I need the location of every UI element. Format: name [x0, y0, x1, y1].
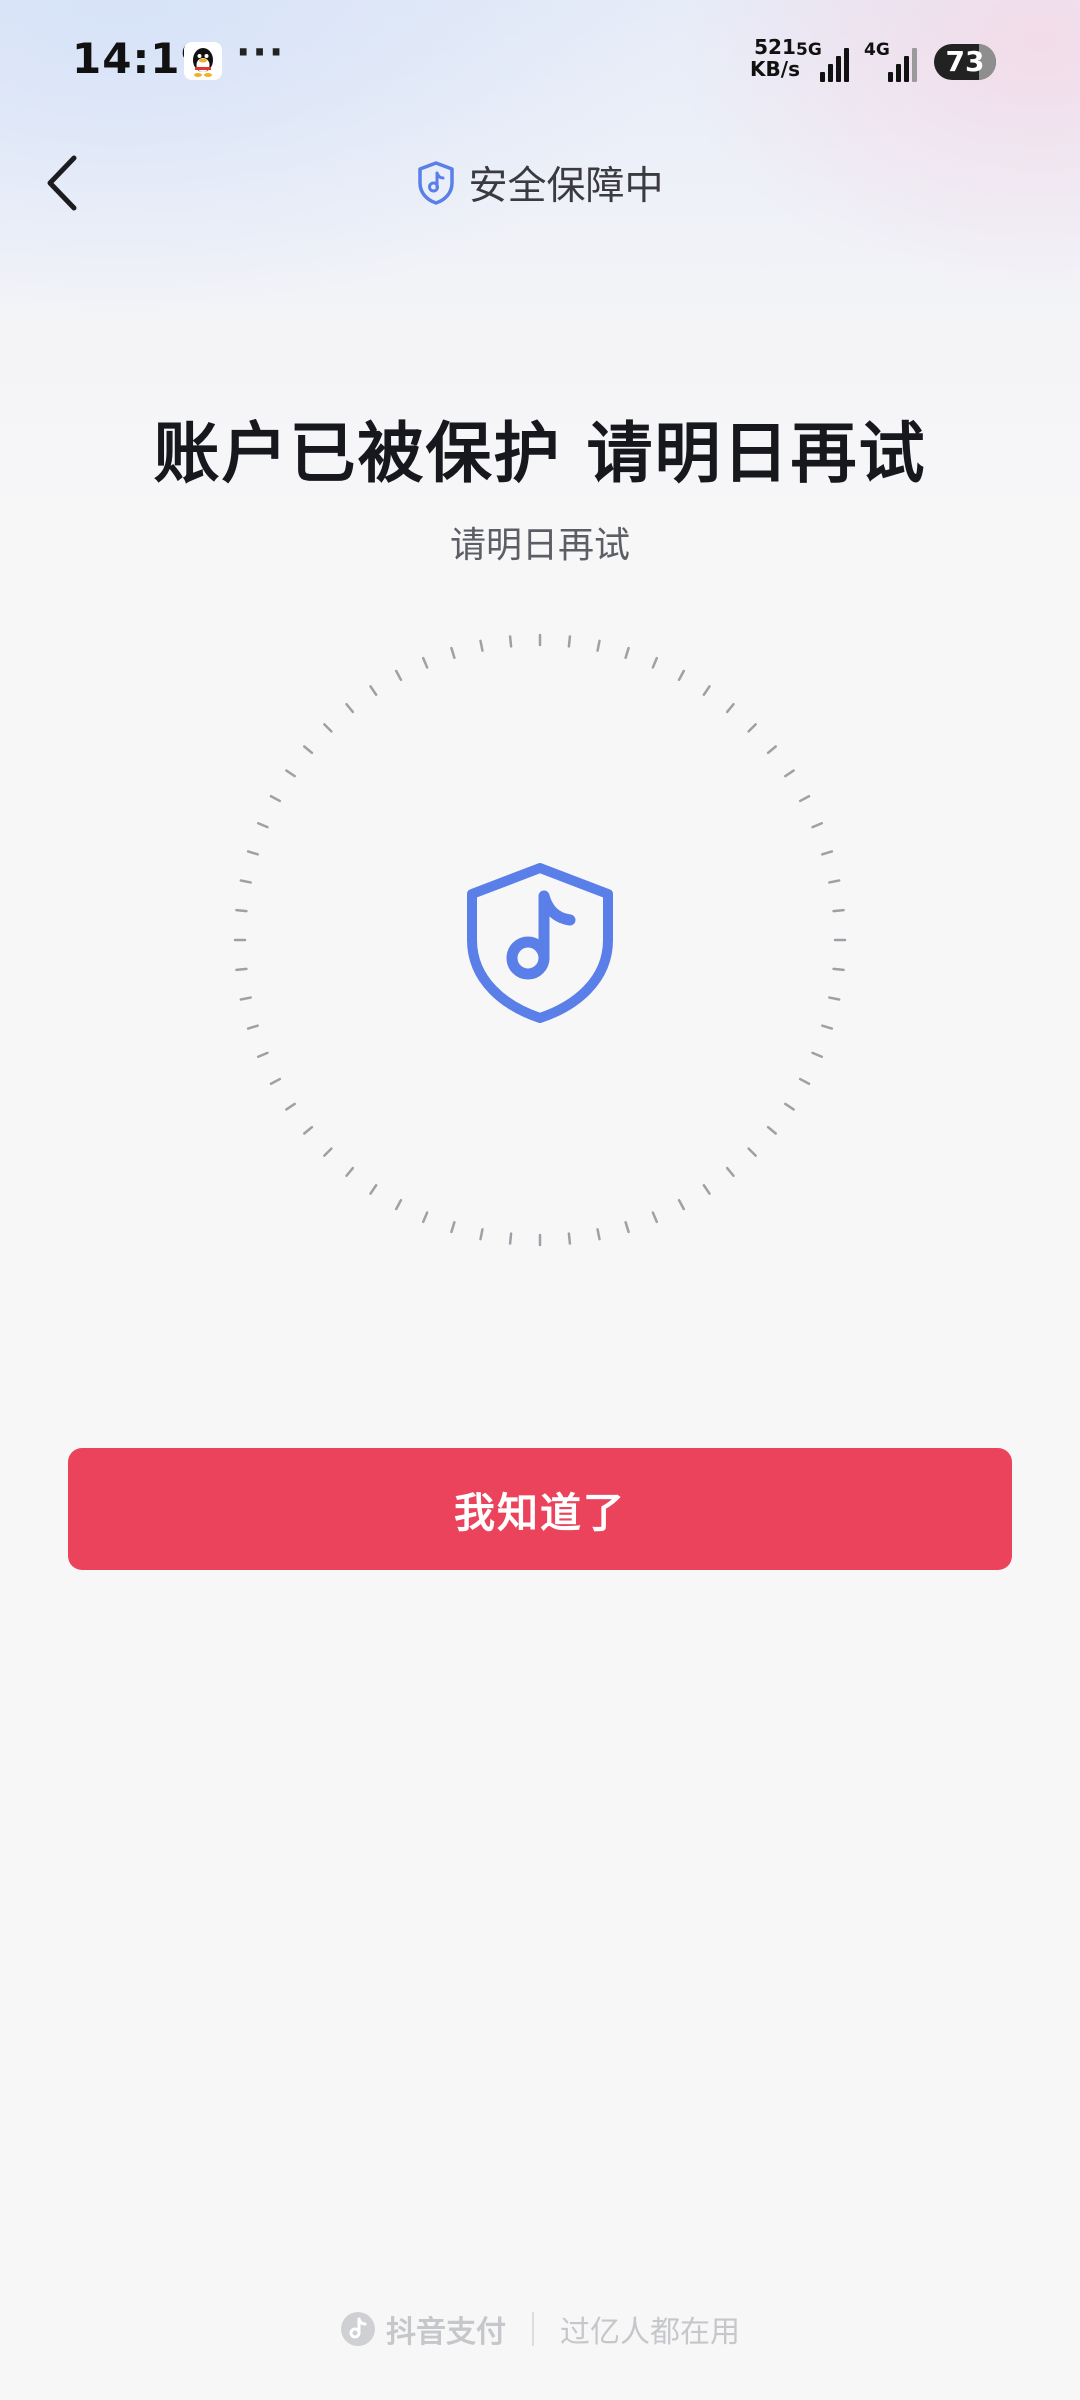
dial-tick: [256, 1051, 269, 1058]
signal-4g-icon: 4G: [864, 40, 920, 82]
dial-tick: [677, 1198, 686, 1211]
dial-tick: [821, 1024, 834, 1030]
sub-heading: 请明日再试: [449, 525, 630, 566]
confirm-button[interactable]: 我知道了: [68, 1448, 1012, 1570]
dial-tick: [369, 685, 378, 696]
battery-level: 73: [945, 45, 985, 78]
dial-tick: [479, 639, 484, 652]
dial-tick: [394, 1198, 403, 1211]
dial-tick: [725, 702, 735, 714]
dial-tick: [345, 1166, 355, 1178]
qq-notification-icon: [184, 42, 222, 80]
dial-tick: [747, 1147, 757, 1157]
dial-tick: [239, 996, 252, 1001]
footer-slogan: 过亿人都在用: [560, 2315, 740, 2350]
dial-tick: [323, 1147, 333, 1157]
dial-tick: [821, 850, 834, 856]
dial-tick: [766, 1125, 778, 1135]
dial-tick: [256, 822, 269, 829]
status-bar: 14:19 ··· 521 KB/s 5G 4G 73: [0, 0, 1080, 130]
dial-tick: [567, 635, 572, 648]
dial-tick: [479, 1228, 484, 1241]
dial-tick: [596, 1228, 601, 1241]
dial-tick: [784, 769, 795, 778]
footer-divider: [532, 2312, 534, 2346]
footer-brand: 抖音支付: [386, 2315, 506, 2350]
dial-tick: [239, 879, 252, 884]
dial-tick: [508, 1232, 513, 1245]
dial-tick: [450, 1221, 456, 1234]
dial-tick: [798, 794, 811, 803]
dial-tick: [285, 769, 296, 778]
dial-tick: [323, 723, 333, 733]
dial-tick: [624, 1221, 630, 1234]
dial-tick: [798, 1077, 811, 1086]
dial-tick: [832, 967, 845, 972]
signal-5g-icon: 5G: [796, 40, 852, 82]
dial-tick: [784, 1102, 795, 1111]
dial-tick: [747, 723, 757, 733]
footer: 抖音支付 过亿人都在用: [0, 2306, 1080, 2352]
dial-tick: [766, 745, 778, 755]
security-dial: [233, 633, 847, 1247]
dial-tick: [235, 967, 248, 972]
dial-tick: [828, 879, 841, 884]
dial-tick: [702, 685, 711, 696]
dial-tick: [596, 639, 601, 652]
dial-tick: [624, 646, 630, 659]
dial-tick: [702, 1184, 711, 1195]
dial-tick: [832, 908, 845, 913]
dial-tick: [422, 1211, 429, 1224]
page-header: 安全保障中: [0, 150, 1080, 216]
dial-tick: [394, 669, 403, 682]
confirm-button-label: 我知道了: [454, 1490, 626, 1536]
dial-tick: [369, 1184, 378, 1195]
douyin-logo-icon: [341, 2312, 375, 2346]
douyin-shield-icon: [467, 863, 613, 1023]
dial-tick: [302, 1125, 314, 1135]
main-heading: 账户已被保护 请明日再试: [153, 415, 927, 492]
dial-tick: [246, 1024, 259, 1030]
dial-tick: [269, 1077, 282, 1086]
douyin-shield-icon: [418, 161, 455, 205]
dial-tick: [567, 1232, 572, 1245]
dial-tick: [285, 1102, 296, 1111]
dial-tick: [345, 702, 355, 714]
more-notifications-icon: ···: [236, 30, 286, 74]
dial-tick: [811, 1051, 824, 1058]
dial-tick: [235, 908, 248, 913]
dial-tick: [508, 635, 513, 648]
dial-tick: [651, 1211, 658, 1224]
dial-tick: [246, 850, 259, 856]
dial-tick: [450, 646, 456, 659]
dial-tick: [677, 669, 686, 682]
dial-tick: [302, 745, 314, 755]
dial-tick: [828, 996, 841, 1001]
page-title: 安全保障中: [468, 164, 664, 209]
dial-tick: [269, 794, 282, 803]
dial-tick: [422, 656, 429, 669]
dial-tick: [651, 656, 658, 669]
dial-tick: [725, 1166, 735, 1178]
dial-tick: [811, 822, 824, 829]
battery-icon: 73: [934, 44, 996, 80]
